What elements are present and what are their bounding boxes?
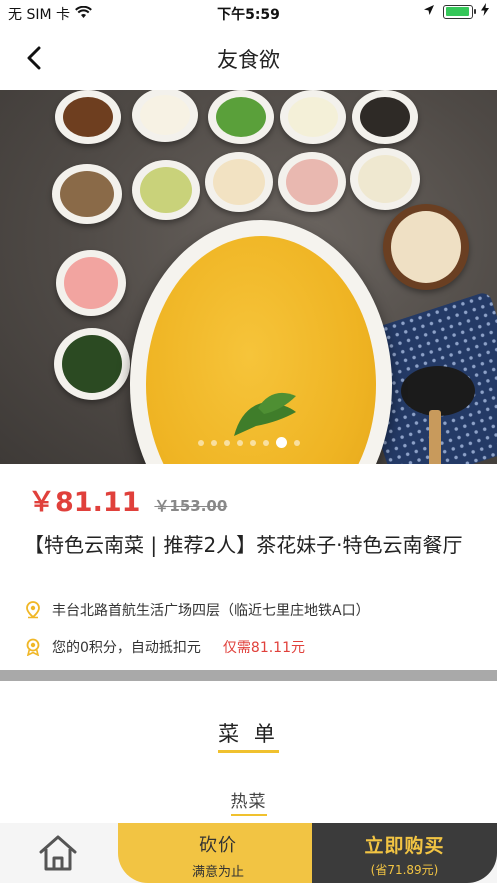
carousel-dot[interactable] [262, 439, 269, 446]
buy-savings-label: (省71.89元) [370, 863, 439, 877]
address-text: 丰台北路首航生活广场四层（临近七里庄地铁A口） [52, 603, 370, 619]
side-dish-bowl [54, 328, 130, 400]
category-hot-dishes: 热菜 [230, 787, 267, 816]
side-dish-bowl [352, 90, 418, 144]
location-pin-icon [24, 601, 42, 619]
home-button[interactable] [34, 831, 82, 875]
side-dish-bowl [56, 250, 126, 316]
home-icon [39, 835, 77, 871]
current-price: ￥81.11 [28, 487, 141, 518]
need-price-text: 仅需81.11元 [222, 640, 306, 656]
side-dish-bowl [280, 90, 346, 144]
side-dish-bowl [132, 160, 200, 220]
status-bar: 无 SIM 卡 下午5:59 [0, 0, 497, 26]
menu-category-title: 热菜 [0, 787, 497, 816]
carousel-dot[interactable] [249, 439, 256, 446]
carousel-dot[interactable] [197, 439, 204, 446]
address-row[interactable]: 丰台北路首航生活广场四层（临近七里庄地铁A口） [24, 600, 370, 620]
battery-level [445, 7, 470, 16]
side-dish-bowl [132, 90, 198, 142]
points-row: 您的0积分，自动抵扣元 仅需81.11元 [24, 637, 305, 657]
bargain-label: 砍价 [199, 835, 237, 856]
ladle [401, 366, 475, 416]
section-divider [0, 670, 497, 681]
product-title: 【特色云南菜 | 推荐2人】茶花妹子·特色云南餐厅 [24, 533, 463, 557]
side-dish-bowl [52, 164, 122, 224]
food-banner-image[interactable] [0, 90, 497, 464]
side-dish-bowl [350, 148, 420, 210]
original-price: ￥153.00 [154, 497, 228, 515]
charging-bolt-icon [481, 3, 489, 20]
flower-cake-plate [383, 204, 469, 290]
side-dish-bowl [208, 90, 274, 144]
menu-title-text: 菜 单 [218, 718, 279, 753]
page-title: 友食欲 [217, 48, 280, 72]
carousel-dot[interactable] [236, 439, 243, 446]
buy-label: 立即购买 [364, 835, 445, 857]
side-dish-bowl [55, 90, 121, 144]
price-row: ￥81.11 ￥153.00 [28, 480, 227, 519]
side-dish-bowl [205, 152, 273, 212]
soup [146, 236, 376, 464]
battery-icon [443, 4, 476, 19]
carousel-dot[interactable] [210, 439, 217, 446]
vegetable-leaf [234, 392, 296, 436]
side-dish-bowl [278, 152, 346, 212]
location-arrow-icon [423, 4, 435, 20]
carousel-dot[interactable] [293, 439, 300, 446]
carousel-dot[interactable] [223, 439, 230, 446]
status-right [423, 3, 489, 20]
bargain-button[interactable]: 砍价 满意为止 [118, 823, 318, 883]
medal-icon [24, 638, 42, 656]
points-text: 您的0积分，自动抵扣元 [52, 640, 201, 656]
bottom-action-bar: 砍价 满意为止 立即购买 (省71.89元) [0, 823, 497, 883]
carousel-dot-active[interactable] [275, 437, 287, 448]
carousel-indicator[interactable] [0, 437, 497, 448]
buy-now-button[interactable]: 立即购买 (省71.89元) [312, 823, 497, 883]
bargain-sub-label: 满意为止 [191, 865, 244, 880]
menu-section-title: 菜 单 [0, 718, 497, 753]
nav-bar: 友食欲 [0, 26, 497, 90]
